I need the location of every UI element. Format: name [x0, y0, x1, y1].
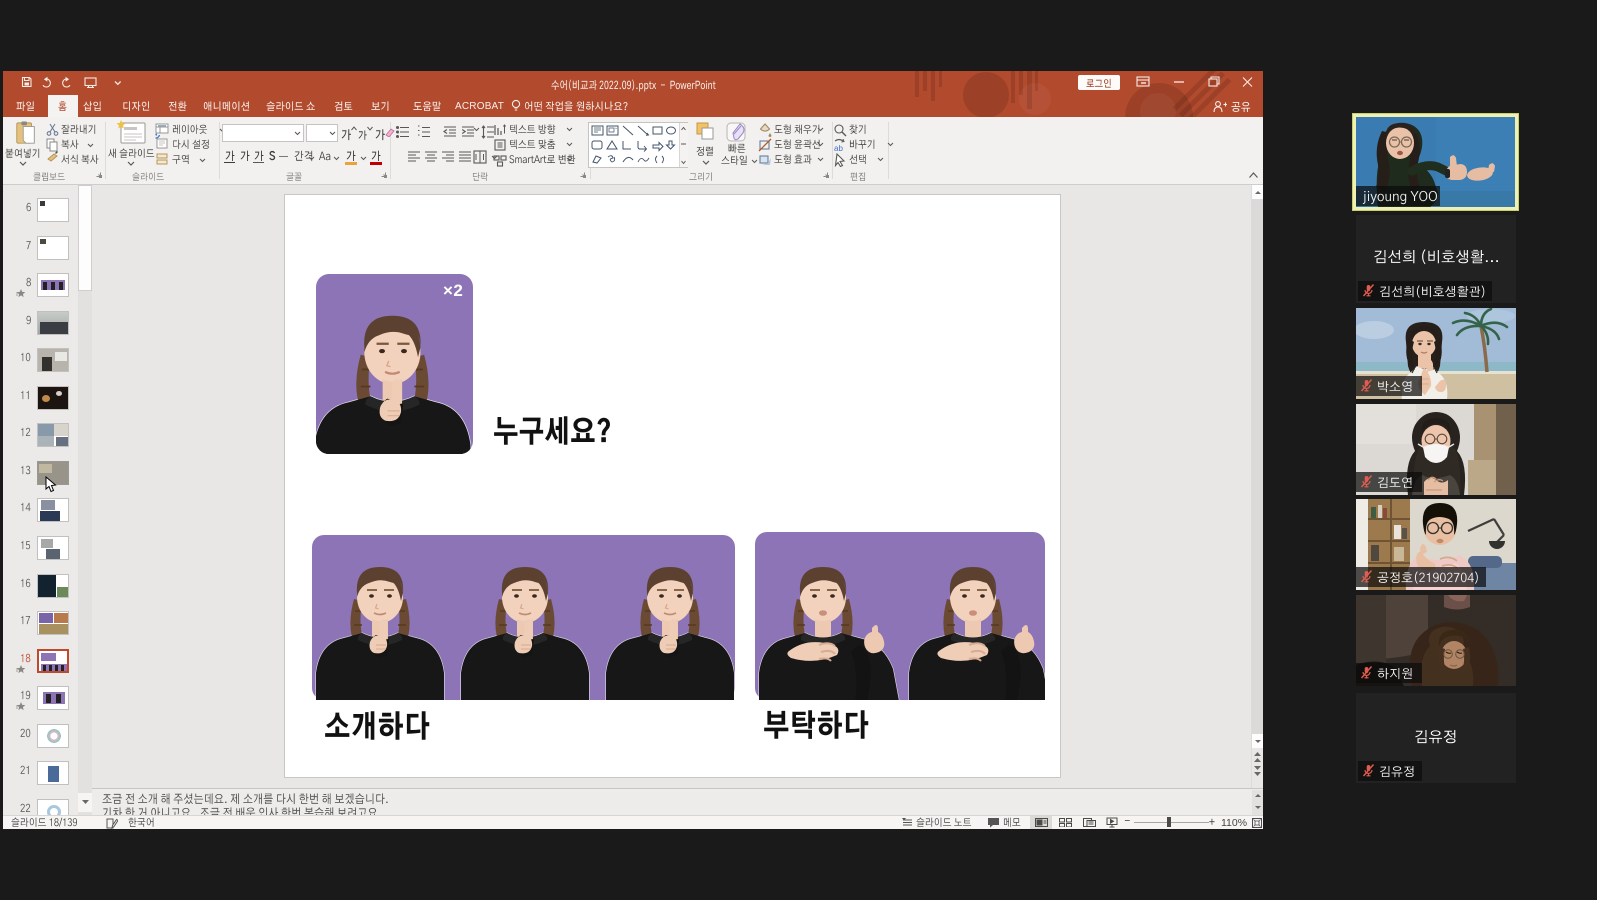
svg-text:ab: ab	[834, 144, 843, 152]
